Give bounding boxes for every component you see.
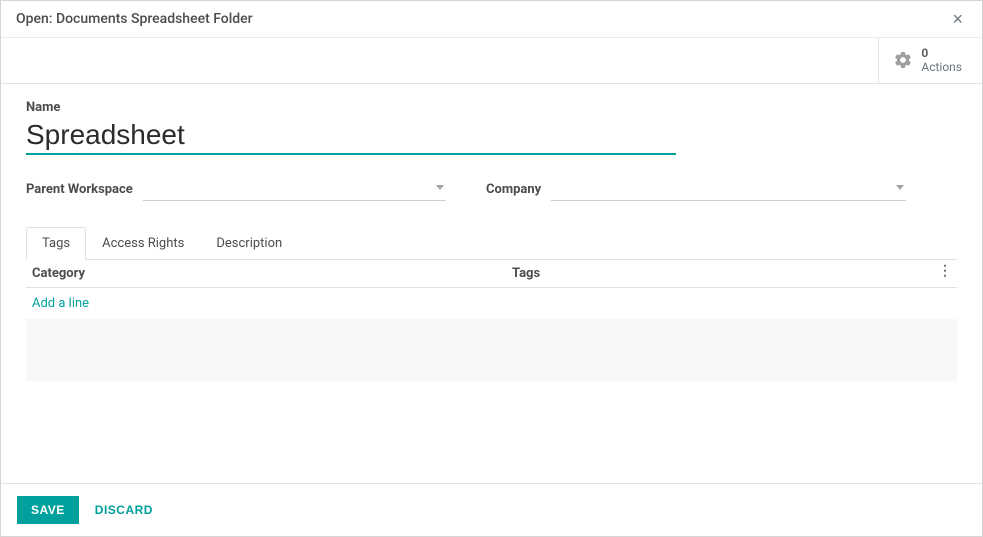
modal-body: Name Parent Workspace Company Tags — [1, 84, 982, 483]
modal-header: Open: Documents Spreadsheet Folder × — [1, 1, 982, 38]
modal-dialog: Open: Documents Spreadsheet Folder × 0 A… — [0, 0, 983, 537]
name-input[interactable] — [26, 117, 676, 155]
col-header-tags: Tags — [512, 266, 957, 281]
kebab-menu-icon[interactable]: ⋮ — [938, 264, 951, 278]
company-label: Company — [486, 182, 541, 197]
tab-description[interactable]: Description — [200, 227, 298, 260]
modal-footer: SAVE DISCARD — [1, 483, 982, 536]
add-line-link[interactable]: Add a line — [32, 296, 89, 311]
close-button[interactable]: × — [948, 10, 967, 28]
col-header-category: Category — [32, 266, 512, 281]
company-select[interactable] — [551, 179, 906, 201]
actions-bar: 0 Actions — [1, 38, 982, 84]
list-header: Category Tags ⋮ — [26, 260, 957, 288]
tab-access-rights[interactable]: Access Rights — [86, 227, 200, 260]
actions-label: Actions — [921, 60, 962, 74]
list-row-add: Add a line — [26, 288, 957, 319]
parent-workspace-label: Parent Workspace — [26, 182, 133, 197]
tab-tags[interactable]: Tags — [26, 227, 86, 260]
empty-rows — [26, 319, 957, 381]
modal-title: Open: Documents Spreadsheet Folder — [16, 11, 253, 27]
discard-button[interactable]: DISCARD — [95, 503, 153, 517]
name-label: Name — [26, 100, 957, 115]
close-icon: × — [952, 9, 963, 29]
tabs-container: Tags Access Rights Description Category … — [26, 227, 957, 381]
chevron-down-icon — [896, 185, 904, 190]
actions-button[interactable]: 0 Actions — [878, 38, 982, 83]
parent-workspace-select[interactable] — [143, 179, 446, 201]
gears-icon — [893, 50, 913, 70]
chevron-down-icon — [436, 185, 444, 190]
actions-count: 0 — [921, 46, 962, 60]
save-button[interactable]: SAVE — [17, 496, 79, 524]
